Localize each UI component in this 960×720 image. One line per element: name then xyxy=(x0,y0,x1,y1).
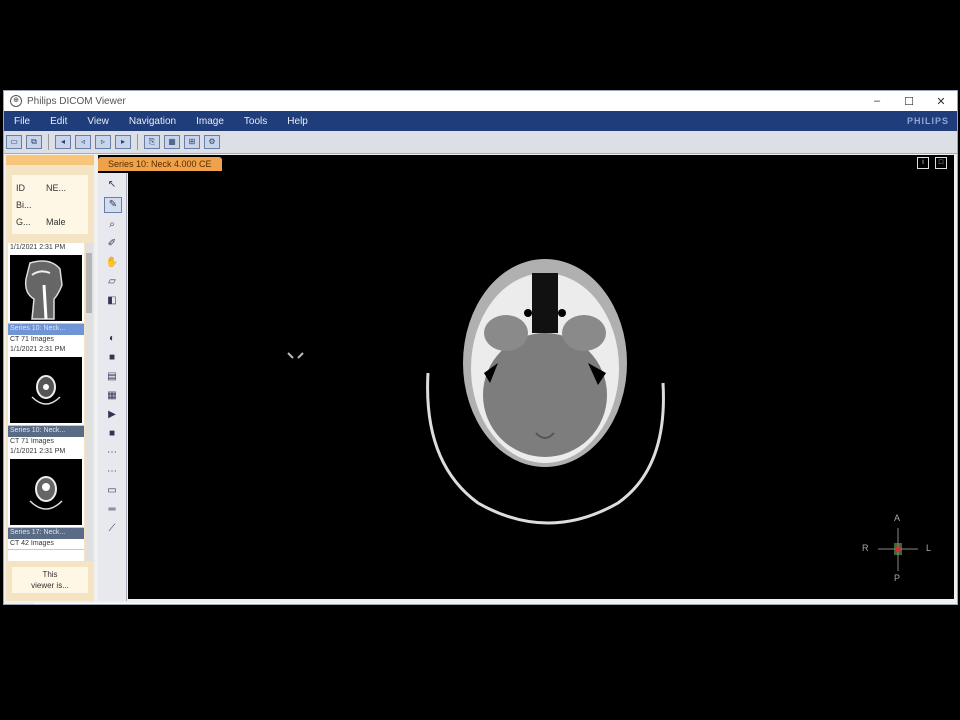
maximize-view-icon[interactable]: □ xyxy=(935,157,947,169)
menu-help[interactable]: Help xyxy=(277,116,318,127)
patient-info: ID NE... Bi... G... Male xyxy=(12,175,88,234)
series-tab[interactable]: Series 10: Neck 4.000 CE xyxy=(98,157,222,171)
series-title: Series 10: Neck... xyxy=(8,324,84,335)
menu-file[interactable]: File xyxy=(4,116,40,127)
scrollbar-thumb[interactable] xyxy=(86,253,92,313)
patient-id-row: ID NE... xyxy=(16,179,84,196)
window-level-icon[interactable]: ◧ xyxy=(104,294,120,308)
settings-tool-icon[interactable]: ⚙ xyxy=(204,135,220,149)
patient-gender-value: Male xyxy=(46,216,66,227)
series-thumbnail[interactable] xyxy=(10,255,82,321)
series-item[interactable]: Series 10: Neck... CT 71 Images 1/1/2021… xyxy=(8,426,84,528)
menu-navigation[interactable]: Navigation xyxy=(119,116,186,127)
series-scrollbar[interactable] xyxy=(85,243,93,561)
calendar-icon[interactable]: ▤ xyxy=(104,370,120,384)
patient-panel: ID NE... Bi... G... Male 1/1/2021 2:31 P… xyxy=(6,155,94,601)
patient-gender-label: G... xyxy=(16,216,31,227)
image-viewport[interactable]: A P R L xyxy=(128,173,954,599)
title-bar: ⊕ Philips DICOM Viewer – ☐ ✕ xyxy=(4,91,957,111)
open-folder-icon[interactable]: ▭ xyxy=(6,135,22,149)
series-item[interactable]: Series 17: Neck... CT 42 Images xyxy=(8,528,84,550)
orientation-right: R xyxy=(862,543,869,553)
orientation-posterior: P xyxy=(894,573,901,583)
patient-birth-label: Bi... xyxy=(16,199,32,210)
blank-tool-icon[interactable] xyxy=(104,313,120,327)
zoom-tool-icon[interactable]: ⌕ xyxy=(104,218,120,232)
eraser-icon[interactable]: ▱ xyxy=(104,275,120,289)
menu-edit[interactable]: Edit xyxy=(40,116,77,127)
toolbar-divider xyxy=(48,134,49,150)
series-count: CT 71 Images xyxy=(10,336,54,343)
series-list: 1/1/2021 2:31 PM Series 10: Neck... CT 7… xyxy=(8,243,84,561)
image-tools: ↖ ✎ ⌕ ✐ ✋ ▱ ◧ ◐ ■ ▤ ▦ ▶ ■ ⋯ ⋯ ▭ ═ ⟋ xyxy=(98,173,127,601)
series-thumbnail[interactable] xyxy=(10,357,82,423)
grid-icon[interactable]: ⊞ xyxy=(184,135,200,149)
series-count: CT 71 Images xyxy=(10,438,54,445)
copy-icon[interactable]: ⧉ xyxy=(26,135,42,149)
brand-logo: PHILIPS xyxy=(906,116,949,126)
view-icons: i □ xyxy=(917,157,947,169)
series-title: Series 17: Neck... xyxy=(8,528,84,539)
app-icon: ⊕ xyxy=(10,95,22,107)
previous-image-icon[interactable]: ◃ xyxy=(75,135,91,149)
hand-tool-icon[interactable]: ✋ xyxy=(104,256,120,270)
menu-view[interactable]: View xyxy=(77,116,119,127)
last-image-icon[interactable]: ▸ xyxy=(115,135,131,149)
ct-axial-image xyxy=(287,259,918,571)
pan-tool-icon[interactable]: ✎ xyxy=(104,197,122,213)
viewer-note-line1: This xyxy=(42,570,58,579)
dicom-viewer-window: ⊕ Philips DICOM Viewer – ☐ ✕ File Edit V… xyxy=(3,90,958,605)
close-button[interactable]: ✕ xyxy=(925,95,957,108)
menu-bar: File Edit View Navigation Image Tools He… xyxy=(4,111,957,131)
measure-tool-icon[interactable]: ✐ xyxy=(104,237,120,251)
menu-image[interactable]: Image xyxy=(186,116,234,127)
series-thumbnail[interactable] xyxy=(10,459,82,525)
patient-header xyxy=(6,155,94,165)
minimize-button[interactable]: – xyxy=(861,95,893,107)
series-item-selected[interactable]: Series 10: Neck... CT 71 Images 1/1/2021… xyxy=(8,324,84,426)
color-map-icon[interactable]: ■ xyxy=(104,351,120,365)
series-date: 1/1/2021 2:31 PM xyxy=(10,448,66,455)
pages-icon[interactable]: ⎘ xyxy=(144,135,160,149)
layout-icon[interactable]: ▦ xyxy=(164,135,180,149)
series-item[interactable]: 1/1/2021 2:31 PM xyxy=(8,243,84,324)
grid-view-icon[interactable]: ▦ xyxy=(104,389,120,403)
stop-icon[interactable]: ■ xyxy=(104,427,120,441)
more-icon[interactable]: ⋯ xyxy=(104,465,120,479)
series-date: 1/1/2021 2:31 PM xyxy=(10,244,66,251)
series-date: 1/1/2021 2:31 PM xyxy=(10,346,66,353)
viewer-note: This viewer is... xyxy=(12,567,88,593)
next-image-icon[interactable]: ▹ xyxy=(95,135,111,149)
info-icon[interactable]: i xyxy=(917,157,929,169)
main-toolbar: ▭ ⧉ ◂ ◃ ▹ ▸ ⎘ ▦ ⊞ ⚙ xyxy=(4,131,957,154)
orientation-anterior: A xyxy=(894,513,901,523)
first-image-icon[interactable]: ◂ xyxy=(55,135,71,149)
annotate-icon[interactable]: ▭ xyxy=(104,484,120,498)
maximize-button[interactable]: ☐ xyxy=(893,95,925,108)
orientation-marker xyxy=(878,528,918,571)
series-count: CT 42 Images xyxy=(10,540,54,547)
play-icon[interactable]: ▶ xyxy=(104,408,120,422)
viewport-tab-bar xyxy=(98,155,954,173)
ruler-icon[interactable]: ═ xyxy=(104,503,120,517)
invert-icon[interactable]: ◐ xyxy=(104,332,120,346)
viewer-note-line2: viewer is... xyxy=(31,581,69,590)
patient-birth-row: Bi... xyxy=(16,196,84,213)
horizontal-scrollbar[interactable] xyxy=(34,603,279,604)
patient-gender-row: G... Male xyxy=(16,213,84,230)
line-tool-icon[interactable]: ⟋ xyxy=(104,522,120,536)
orientation-left: L xyxy=(926,543,932,553)
select-tool-icon[interactable]: ↖ xyxy=(104,178,120,192)
patient-id-value: NE... xyxy=(46,182,67,193)
menu-tools[interactable]: Tools xyxy=(234,116,277,127)
patient-id-label: ID xyxy=(16,182,25,193)
series-title: Series 10: Neck... xyxy=(8,426,84,437)
toolbar-divider xyxy=(137,134,138,150)
dots-icon[interactable]: ⋯ xyxy=(104,446,120,460)
window-title: Philips DICOM Viewer xyxy=(27,95,126,107)
